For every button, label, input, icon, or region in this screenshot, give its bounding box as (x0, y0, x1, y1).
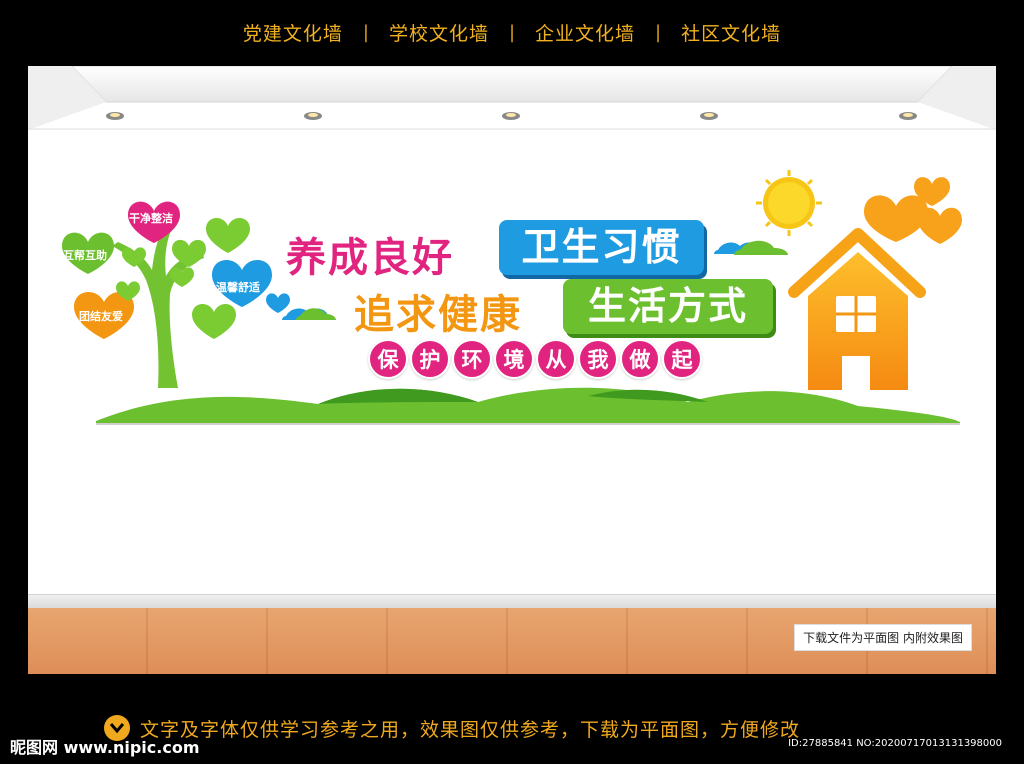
nav-item-party[interactable]: 党建文化墙 (223, 19, 363, 46)
slogan-char: 环 (452, 339, 492, 379)
headline-line1-left: 养成良好 (286, 235, 454, 281)
green-hills (96, 387, 960, 424)
slogan-char: 我 (578, 339, 618, 379)
footer-notice: 文字及字体仅供学习参考之用，效果图仅供参考，下载为平面图，方便修改 (140, 718, 801, 741)
sun (756, 170, 822, 236)
brand-logo[interactable]: 昵图网 www.nipic.com (10, 734, 200, 758)
slogan-char: 起 (662, 339, 702, 379)
heart-label-bottom: 团结友爱 (79, 310, 123, 323)
room-mockup: 干净整洁 互帮互助 温馨舒适 团结友爱 养成良好 卫生习惯 追求健康 生活方式 … (28, 66, 996, 674)
headline-line2-box: 生活方式 (563, 279, 773, 334)
slogan-char: 做 (620, 339, 660, 379)
footer-notice-row: 文字及字体仅供学习参考之用，效果图仅供参考，下载为平面图，方便修改 (104, 715, 924, 741)
image-id: ID:27885841 NO:20200717013131398000 (788, 738, 1002, 749)
nav-item-school[interactable]: 学校文化墙 (369, 19, 509, 46)
house (788, 228, 926, 390)
slogan-char: 保 (368, 339, 408, 379)
cloud-right (714, 240, 788, 255)
nav-item-community[interactable]: 社区文化墙 (661, 19, 801, 46)
heart-small-green (206, 218, 250, 253)
top-nav: 党建文化墙 | 学校文化墙 | 企业文化墙 | 社区文化墙 (0, 14, 1024, 50)
wall-baseboard (28, 594, 996, 609)
nav-item-enterprise[interactable]: 企业文化墙 (515, 19, 655, 46)
nav-separator: | (362, 21, 369, 43)
slogan-char: 从 (536, 339, 576, 379)
cloud-left (282, 308, 336, 320)
slogan-char: 护 (410, 339, 450, 379)
slogan-char: 境 (494, 339, 534, 379)
nav-separator: | (655, 21, 662, 43)
headline-line1-box: 卫生习惯 (499, 220, 704, 275)
heart-label-right: 温馨舒适 (216, 281, 260, 294)
floor-note: 下载文件为平面图 内附效果图 (794, 624, 972, 651)
heart-label-left: 互帮互助 (63, 249, 107, 262)
heart-float-3 (918, 207, 962, 244)
slogan: 保 护 环 境 从 我 做 起 (368, 339, 702, 379)
headline-line2-left: 追求健康 (354, 292, 522, 338)
heart-label-top: 干净整洁 (129, 212, 173, 225)
nav-separator: | (508, 21, 516, 43)
